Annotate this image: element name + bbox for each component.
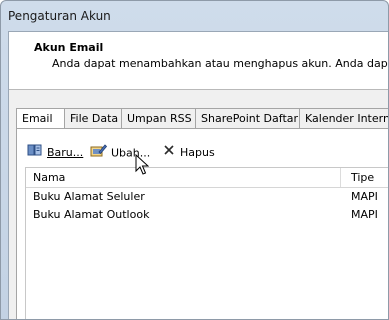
remove-button[interactable]: Hapus — [162, 143, 215, 161]
tab-internet-calendars-label: Kalender Internet — [305, 112, 389, 125]
list-item[interactable]: Buku Alamat Seluler MAPI — [26, 188, 388, 206]
tab-sharepoint-lists-label: SharePoint Daftar — [201, 112, 299, 125]
tab-data-files-label: File Data — [70, 112, 119, 125]
new-button[interactable]: Baru... — [27, 143, 83, 161]
list-item-name: Buku Alamat Outlook — [33, 208, 150, 221]
window-title: Pengaturan Akun — [8, 9, 111, 23]
x-icon — [162, 143, 176, 163]
address-book-icon — [27, 143, 43, 163]
section-description: Anda dapat menambahkan atau menghapus ak… — [52, 57, 389, 70]
title-bar[interactable]: Pengaturan Akun — [1, 1, 388, 31]
section-title: Akun Email — [34, 41, 104, 54]
tab-strip: Email File Data Umpan RSS SharePoint Daf… — [16, 108, 388, 129]
list-item-type: MAPI — [351, 190, 378, 203]
tab-rss-feeds-label: Umpan RSS — [127, 112, 192, 125]
list-header: Nama Tipe — [26, 168, 388, 188]
column-header-type[interactable]: Tipe — [351, 168, 374, 187]
tab-email[interactable]: Email — [16, 108, 65, 129]
tab-panel-email: Baru... Ubah... Hapus Nama Tipe Buku Ala… — [16, 128, 388, 319]
tab-sharepoint-lists[interactable]: SharePoint Daftar — [195, 108, 300, 128]
account-list[interactable]: Nama Tipe Buku Alamat Seluler MAPI Buku … — [25, 167, 388, 319]
new-button-label: Baru... — [47, 146, 84, 159]
edit-icon — [90, 143, 108, 164]
tab-internet-calendars[interactable]: Kalender Internet — [299, 108, 389, 128]
column-divider[interactable] — [340, 168, 341, 187]
dialog-body: Akun Email Anda dapat menambahkan atau m… — [8, 31, 388, 319]
tab-rss-feeds[interactable]: Umpan RSS — [121, 108, 196, 128]
list-item[interactable]: Buku Alamat Outlook MAPI — [26, 206, 388, 224]
column-header-name[interactable]: Nama — [33, 168, 65, 187]
tab-data-files[interactable]: File Data — [64, 108, 122, 128]
list-item-type: MAPI — [351, 208, 378, 221]
remove-button-label: Hapus — [180, 146, 215, 159]
tab-email-label: Email — [22, 112, 53, 125]
dialog-header: Akun Email Anda dapat menambahkan atau m… — [9, 32, 388, 90]
mouse-pointer-icon — [135, 153, 150, 179]
account-settings-window: Pengaturan Akun Akun Email Anda dapat me… — [0, 0, 389, 320]
list-item-name: Buku Alamat Seluler — [33, 190, 145, 203]
